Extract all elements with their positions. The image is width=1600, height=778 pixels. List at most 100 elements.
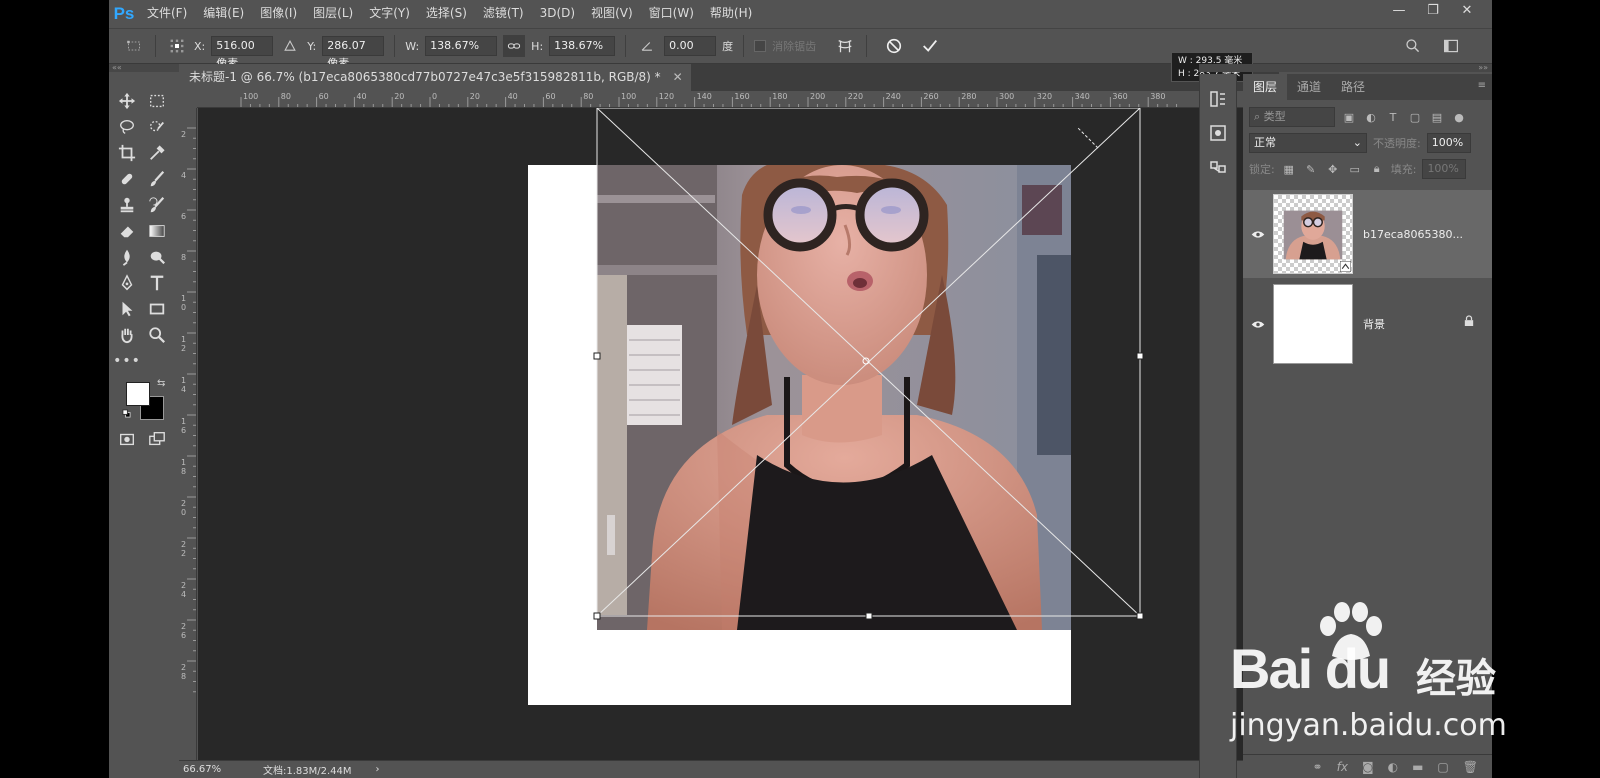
menu-image[interactable]: 图像(I) [252,0,305,27]
reference-point-icon[interactable] [166,35,188,57]
w-field[interactable]: 138.67% [425,36,498,56]
add-mask-icon[interactable]: ◙ [1362,760,1374,774]
restore-button[interactable]: ❐ [1418,1,1448,21]
document-canvas[interactable] [198,108,1279,760]
marquee-tool-icon[interactable] [142,88,172,114]
adjustments-panel-icon[interactable] [1200,116,1236,150]
healing-brush-tool-icon[interactable] [112,166,142,192]
filter-adjustment-icon[interactable]: ◐ [1363,109,1379,125]
new-layer-icon[interactable]: ▢ [1437,760,1448,774]
menu-layer[interactable]: 图层(L) [305,0,361,27]
cancel-transform-icon[interactable] [883,35,905,57]
quick-select-tool-icon[interactable] [142,114,172,140]
commit-transform-icon[interactable] [919,35,941,57]
menu-type[interactable]: 文字(Y) [361,0,418,27]
layer-style-icon[interactable]: fx [1337,760,1348,774]
menu-edit[interactable]: 编辑(E) [195,0,252,27]
history-brush-tool-icon[interactable] [142,192,172,218]
visibility-eye-icon[interactable] [1243,320,1273,329]
filter-toggle-icon[interactable]: ● [1451,109,1467,125]
eraser-tool-icon[interactable] [112,218,142,244]
link-layers-icon[interactable]: ⚭ [1313,760,1323,774]
menu-filter[interactable]: 滤镜(T) [475,0,532,27]
lock-position-icon[interactable]: ✥ [1325,161,1341,177]
visibility-eye-icon[interactable] [1243,230,1273,239]
panel-dock-collapse[interactable]: »» [1199,64,1492,72]
h-field[interactable]: 138.67% [549,36,616,56]
delta-icon[interactable] [279,35,301,57]
new-group-icon[interactable]: ▬ [1412,760,1423,774]
pen-tool-icon[interactable] [112,270,142,296]
close-document-icon[interactable]: ✕ [673,64,683,91]
foreground-color-swatch[interactable] [126,382,150,406]
brush-tool-icon[interactable] [142,166,172,192]
swap-colors-icon[interactable]: ⇆ [157,378,165,389]
menu-3d[interactable]: 3D(D) [532,0,583,27]
filter-pixel-icon[interactable]: ▣ [1341,109,1357,125]
layer-row-smart-object[interactable]: b17eca8065380... [1243,190,1492,278]
free-transform-box[interactable] [198,108,1279,760]
transform-handle-bottom-right[interactable] [1136,612,1144,620]
lock-all-icon[interactable]: 🔒︎ [1369,161,1385,177]
lock-artboard-icon[interactable]: ▭ [1347,161,1363,177]
angle-field[interactable]: 0.00 [664,36,717,56]
zoom-level[interactable]: 66.67% [179,764,239,775]
y-field[interactable]: 286.07 像素 [322,36,385,70]
transform-handle-left[interactable] [593,352,601,360]
path-selection-tool-icon[interactable] [112,296,142,322]
document-tab[interactable]: 未标题-1 @ 66.7% (b17eca8065380cd77b0727e47… [179,64,691,91]
layer-filter-field[interactable]: ⌕ 类型 [1249,107,1335,127]
tab-layers[interactable]: 图层 [1243,74,1288,100]
tab-channels[interactable]: 通道 [1287,74,1331,100]
lock-pixels-icon[interactable]: ✎ [1303,161,1319,177]
clone-stamp-tool-icon[interactable] [112,192,142,218]
move-tool-icon[interactable] [112,88,142,114]
close-button[interactable]: ✕ [1452,1,1482,21]
minimize-button[interactable]: — [1384,1,1414,21]
new-adjustment-icon[interactable]: ◐ [1388,760,1398,774]
antialias-checkbox[interactable] [754,40,767,52]
lock-transparent-icon[interactable]: ▦ [1281,161,1297,177]
rectangle-tool-icon[interactable] [142,296,172,322]
menu-select[interactable]: 选择(S) [418,0,475,27]
menu-view[interactable]: 视图(V) [583,0,641,27]
type-tool-icon[interactable] [142,270,172,296]
layer-name[interactable]: b17eca8065380... [1363,228,1463,241]
blend-mode-select[interactable]: 正常 ⌄ [1249,133,1367,153]
more-tools-icon[interactable]: ••• [112,348,142,374]
filter-smart-icon[interactable]: ▤ [1429,109,1445,125]
menu-file[interactable]: 文件(F) [139,0,195,27]
link-icon[interactable] [503,35,526,57]
search-icon[interactable] [1402,35,1424,57]
toolbar-collapse[interactable]: «« [109,64,179,72]
menu-help[interactable]: 帮助(H) [702,0,760,27]
transform-handle-bottom[interactable] [865,612,873,620]
history-panel-icon[interactable] [1200,82,1236,116]
dodge-tool-icon[interactable] [142,244,172,270]
transform-handle-right[interactable] [1136,352,1144,360]
zoom-tool-icon[interactable] [142,322,172,348]
eyedropper-tool-icon[interactable] [142,140,172,166]
tab-paths[interactable]: 路径 [1331,74,1375,100]
screen-mode-icon[interactable] [142,426,172,452]
gradient-tool-icon[interactable] [142,218,172,244]
properties-panel-icon[interactable] [1200,150,1236,184]
layer-row-background[interactable]: 背景 [1243,280,1492,368]
panel-menu-icon[interactable]: ≡ [1478,80,1486,91]
crop-tool-icon[interactable] [112,140,142,166]
workspace-icon[interactable] [1440,35,1462,57]
opacity-field[interactable]: 100% [1426,133,1471,153]
blur-tool-icon[interactable] [112,244,142,270]
warp-mode-icon[interactable] [834,35,856,57]
hand-tool-icon[interactable] [112,322,142,348]
x-field[interactable]: 516.00 像素 [211,36,274,70]
menu-window[interactable]: 窗口(W) [641,0,702,27]
delete-layer-icon[interactable]: 🗑︎ [1463,760,1478,774]
status-menu-arrow-icon[interactable]: › [352,764,380,775]
fill-field[interactable]: 100% [1422,159,1467,179]
quick-mask-icon[interactable] [112,426,142,452]
filter-shape-icon[interactable]: ▢ [1407,109,1423,125]
default-colors-icon[interactable] [122,408,131,418]
transform-handle-bottom-left[interactable] [593,612,601,620]
filter-type-icon[interactable]: T [1385,109,1401,125]
